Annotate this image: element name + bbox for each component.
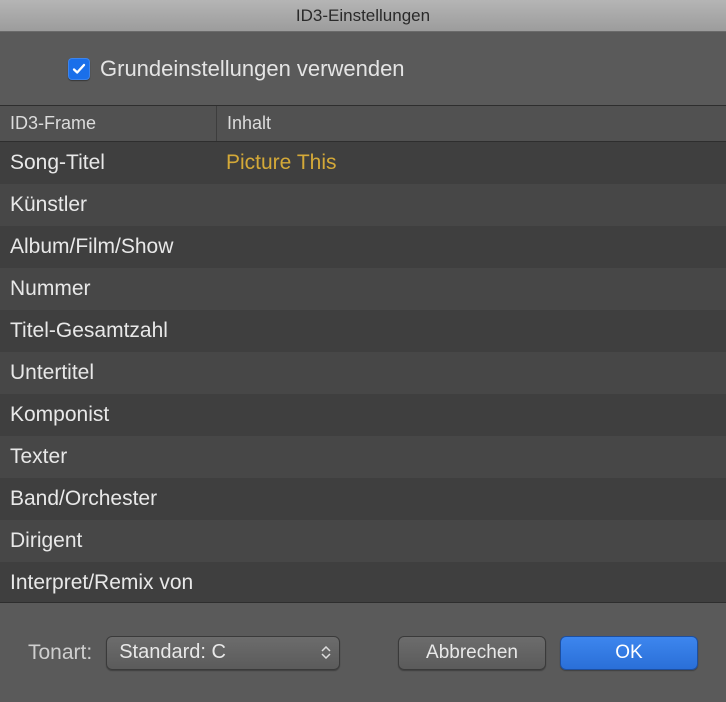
col-header-frame[interactable]: ID3-Frame	[0, 106, 216, 141]
window-title: ID3-Einstellungen	[296, 6, 430, 26]
frame-cell: Band/Orchester	[0, 487, 216, 511]
table-body: Song-TitelPicture ThisKünstlerAlbum/Film…	[0, 142, 726, 602]
table-row[interactable]: Künstler	[0, 184, 726, 226]
key-select-value: Standard: C	[119, 641, 226, 664]
table-row[interactable]: Texter	[0, 436, 726, 478]
window-titlebar: ID3-Einstellungen	[0, 0, 726, 32]
frame-cell: Titel-Gesamtzahl	[0, 319, 216, 343]
frame-cell: Komponist	[0, 403, 216, 427]
content-cell[interactable]: Picture This	[216, 151, 726, 175]
frame-cell: Untertitel	[0, 361, 216, 385]
use-defaults-label: Grundeinstellungen verwenden	[100, 56, 405, 82]
table-row[interactable]: Band/Orchester	[0, 478, 726, 520]
table-row[interactable]: Nummer	[0, 268, 726, 310]
frame-cell: Dirigent	[0, 529, 216, 553]
table-row[interactable]: Dirigent	[0, 520, 726, 562]
frame-cell: Song-Titel	[0, 151, 216, 175]
frame-cell: Album/Film/Show	[0, 235, 216, 259]
use-defaults-row[interactable]: Grundeinstellungen verwenden	[68, 56, 405, 82]
footer-bar: Tonart: Standard: C Abbrechen OK	[0, 602, 726, 702]
key-label: Tonart:	[28, 641, 92, 665]
table-row[interactable]: Interpret/Remix von	[0, 562, 726, 602]
table-row[interactable]: Album/Film/Show	[0, 226, 726, 268]
frame-cell: Interpret/Remix von	[0, 571, 216, 595]
col-header-content[interactable]: Inhalt	[216, 106, 726, 141]
ok-button[interactable]: OK	[560, 636, 698, 670]
key-select[interactable]: Standard: C	[106, 636, 340, 670]
checkmark-icon	[71, 61, 87, 77]
frame-cell: Künstler	[0, 193, 216, 217]
use-defaults-checkbox[interactable]	[68, 58, 90, 80]
table-header: ID3-Frame Inhalt	[0, 106, 726, 142]
table-row[interactable]: Titel-Gesamtzahl	[0, 310, 726, 352]
frame-cell: Texter	[0, 445, 216, 469]
options-bar: Grundeinstellungen verwenden	[0, 32, 726, 106]
updown-icon	[321, 646, 331, 659]
table-row[interactable]: Untertitel	[0, 352, 726, 394]
cancel-button[interactable]: Abbrechen	[398, 636, 546, 670]
frame-cell: Nummer	[0, 277, 216, 301]
table-row[interactable]: Song-TitelPicture This	[0, 142, 726, 184]
table-row[interactable]: Komponist	[0, 394, 726, 436]
